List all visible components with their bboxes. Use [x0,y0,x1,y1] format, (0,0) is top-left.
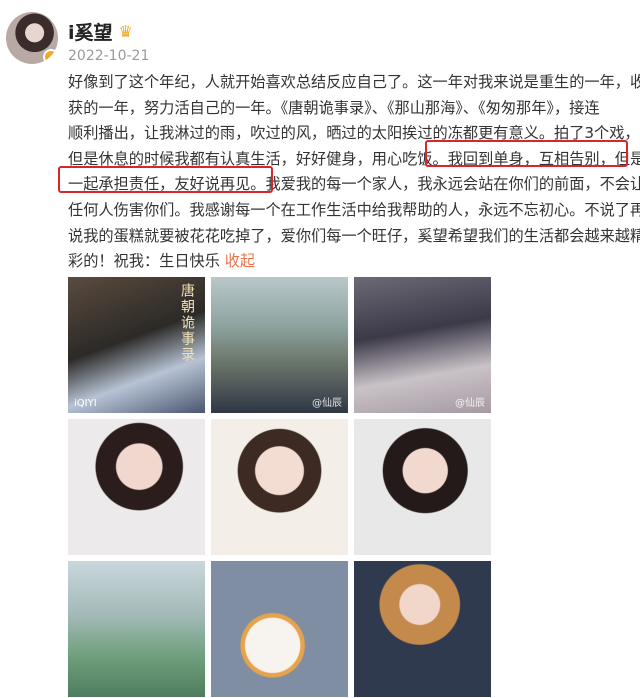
post-line: 获的一年，努力活自己的一年。《唐朝诡事录》、《那山那海》、《匆匆那年》，接连 [68,98,600,117]
verified-badge-icon [43,49,58,64]
photo-gym[interactable] [68,561,205,697]
photo-drama-still[interactable]: @仙辰 [211,277,348,413]
post-line-last-text: 彩的！祝我：生日快乐 [68,252,220,271]
post-line: 好像到了这个年纪，人就开始喜欢总结反应自己了。这一年对我来说是重生的一年，收 [68,73,640,91]
highlight-box [58,166,273,193]
watermark: @仙辰 [455,398,485,409]
highlight-box [425,140,628,167]
photo-drama-still[interactable]: 唐朝诡事录 iQIYI [68,277,205,413]
drama-title: 唐朝诡事录 [179,283,195,363]
collapse-link[interactable]: 收起 [225,252,255,270]
post-date[interactable]: 2022-10-21 [68,48,149,64]
post-line-last: 彩的！祝我：生日快乐 收起 [68,249,628,275]
photo-portrait[interactable] [354,561,491,697]
username-text[interactable]: i奚望 [68,18,113,45]
username[interactable]: i奚望 ♛ [68,18,133,45]
photo-breakfast[interactable] [211,561,348,697]
photo-drama-still[interactable]: @仙辰 [354,277,491,413]
iqiyi-logo: iQIYI [74,398,97,409]
photo-portrait[interactable] [211,419,348,555]
post-line: 说我的蛋糕就要被花花吃掉了，爱你们每一个旺仔，奚望希望我们的生活都会越来越精 [68,226,640,245]
photo-portrait[interactable] [68,419,205,555]
watermark: @仙辰 [312,398,342,409]
photo-portrait[interactable] [354,419,491,555]
post-line: 任何人伤害你们。我感谢每一个在工作生活中给我帮助的人，永远不忘初心。不说了再 [68,200,640,219]
avatar[interactable] [6,12,58,64]
crown-icon: ♛ [118,22,133,41]
